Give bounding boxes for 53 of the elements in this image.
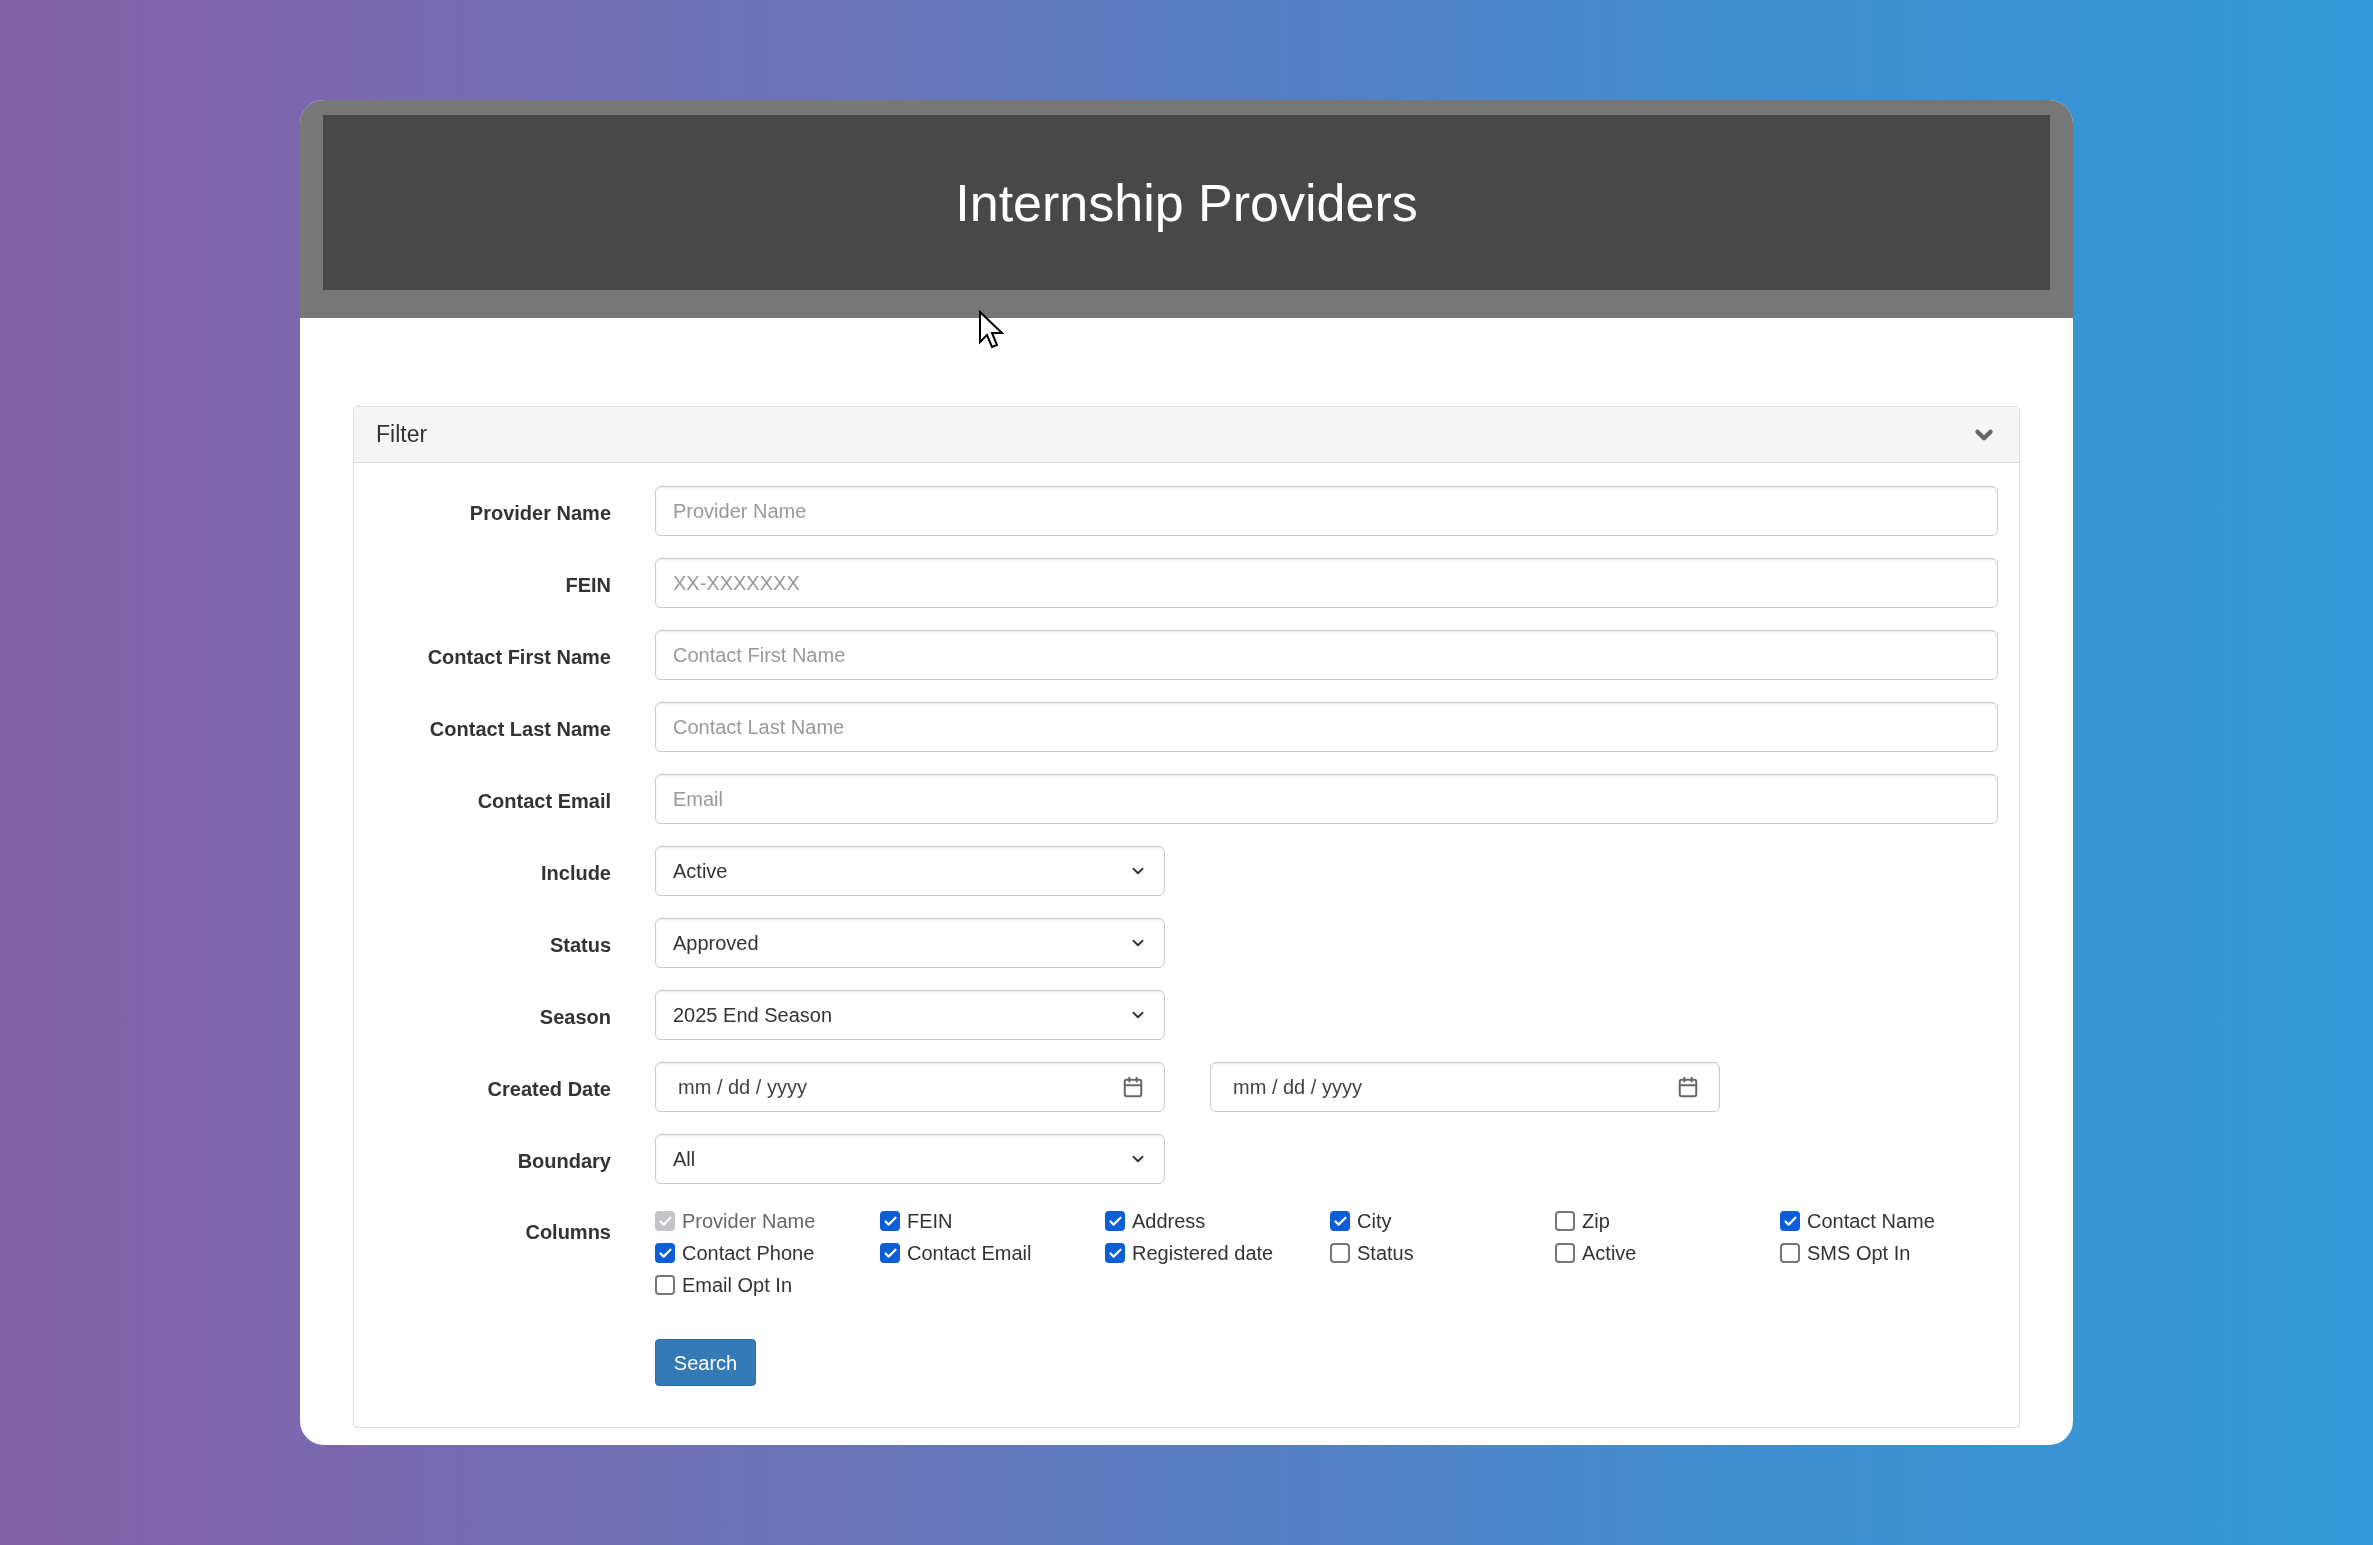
calendar-icon [1677,1076,1699,1098]
text-field[interactable]: XX-XXXXXXX [655,558,1998,608]
checkbox-label: FEIN [907,1209,953,1234]
checkbox[interactable] [880,1211,900,1231]
checkbox-label: SMS Opt In [1807,1241,1911,1266]
text-field[interactable]: Contact Last Name [655,702,1998,752]
checkbox[interactable] [880,1243,900,1263]
checkbox[interactable] [1330,1243,1350,1263]
text-field[interactable]: Contact First Name [655,630,1998,680]
field-label: Contact Last Name [429,718,611,740]
checkbox-label: Contact Name [1807,1209,1935,1234]
checkbox-label: Contact Phone [682,1241,815,1266]
checkbox-label: Email Opt In [682,1273,793,1298]
field-label: Status [549,934,611,956]
field-label: Provider Name [469,502,611,524]
text-field[interactable]: Email [655,774,1998,824]
select-field[interactable]: Active [655,846,1165,896]
checkbox-label: Address [1132,1209,1206,1234]
page-title: Internship Providers [955,172,1418,234]
checkbox[interactable] [1780,1211,1800,1231]
calendar-icon [1122,1076,1144,1098]
checkbox-label: Contact Email [907,1241,1032,1266]
checkbox[interactable] [1105,1243,1125,1263]
filter-header[interactable]: Filter [354,407,2019,463]
checkbox-label: Active [1582,1241,1637,1266]
field-label: Created Date [487,1078,611,1100]
select-field[interactable]: 2025 End Season [655,990,1165,1040]
checkbox[interactable] [1555,1243,1575,1263]
text-field[interactable]: Provider Name [655,486,1998,536]
checkbox[interactable] [655,1275,675,1295]
checkbox[interactable] [1105,1211,1125,1231]
field-label: FEIN [565,574,611,596]
date-field[interactable]: mm / dd / yyyy [1210,1062,1720,1112]
date-field[interactable]: mm / dd / yyyy [655,1062,1165,1112]
checkbox[interactable] [1555,1211,1575,1231]
select-field[interactable]: Approved [655,918,1165,968]
search-button[interactable]: Search [655,1339,756,1386]
checkbox[interactable] [1780,1243,1800,1263]
field-label: Contact First Name [427,646,611,668]
checkbox-label: City [1357,1209,1392,1234]
checkbox[interactable] [655,1243,675,1263]
checkbox-label: Status [1357,1241,1414,1266]
cursor-icon [978,310,1004,350]
field-label: Boundary [517,1150,611,1172]
checkbox-label: Registered date [1132,1241,1274,1266]
checkbox-label: Provider Name [682,1209,816,1234]
checkbox[interactable] [1330,1211,1350,1231]
field-label: Include [541,862,611,884]
field-label: Contact Email [477,790,611,812]
field-label: Columns [525,1221,611,1243]
field-label: Season [539,1006,611,1028]
checkbox-label: Zip [1582,1209,1610,1234]
select-field[interactable]: All [655,1134,1165,1184]
